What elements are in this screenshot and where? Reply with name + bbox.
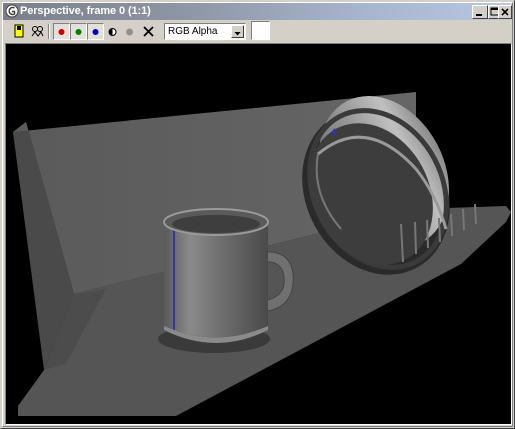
render-frame-window: Perspective, frame 0 (1:1) RGB Alpha <box>0 0 515 429</box>
save-image-icon <box>14 24 24 38</box>
close-button[interactable] <box>498 5 512 19</box>
green-channel-icon <box>75 29 82 35</box>
alpha-channel-icon <box>108 28 117 36</box>
toolbar-separator <box>48 24 50 39</box>
background-color-swatch[interactable] <box>251 21 270 40</box>
mono-channel-toggle[interactable] <box>121 23 138 40</box>
channel-select[interactable]: RGB Alpha <box>164 23 246 40</box>
app-icon <box>5 4 19 18</box>
save-image-button[interactable] <box>11 23 28 40</box>
blue-channel-icon <box>92 29 99 35</box>
minimize-icon <box>476 14 482 16</box>
clear-icon <box>143 26 154 37</box>
clear-button[interactable] <box>140 23 157 40</box>
close-icon <box>501 8 509 16</box>
red-channel-toggle[interactable] <box>53 23 70 40</box>
toolbar: RGB Alpha <box>3 21 510 43</box>
channel-select-value: RGB Alpha <box>168 26 218 37</box>
rendered-scene <box>13 92 511 416</box>
blue-channel-toggle[interactable] <box>87 23 104 40</box>
mono-channel-icon <box>126 28 133 36</box>
window-title: Perspective, frame 0 (1:1) <box>20 5 151 17</box>
minimize-button[interactable] <box>472 5 488 19</box>
channel-select-dropdown-button[interactable] <box>231 25 244 38</box>
clone-window-icon <box>31 26 44 37</box>
alpha-channel-toggle[interactable] <box>104 23 121 40</box>
chevron-down-icon <box>234 32 241 36</box>
render-viewport[interactable] <box>5 43 512 425</box>
red-channel-icon <box>58 29 65 35</box>
green-channel-toggle[interactable] <box>70 23 87 40</box>
title-bar[interactable]: Perspective, frame 0 (1:1) <box>3 3 510 20</box>
clone-window-button[interactable] <box>29 23 46 40</box>
